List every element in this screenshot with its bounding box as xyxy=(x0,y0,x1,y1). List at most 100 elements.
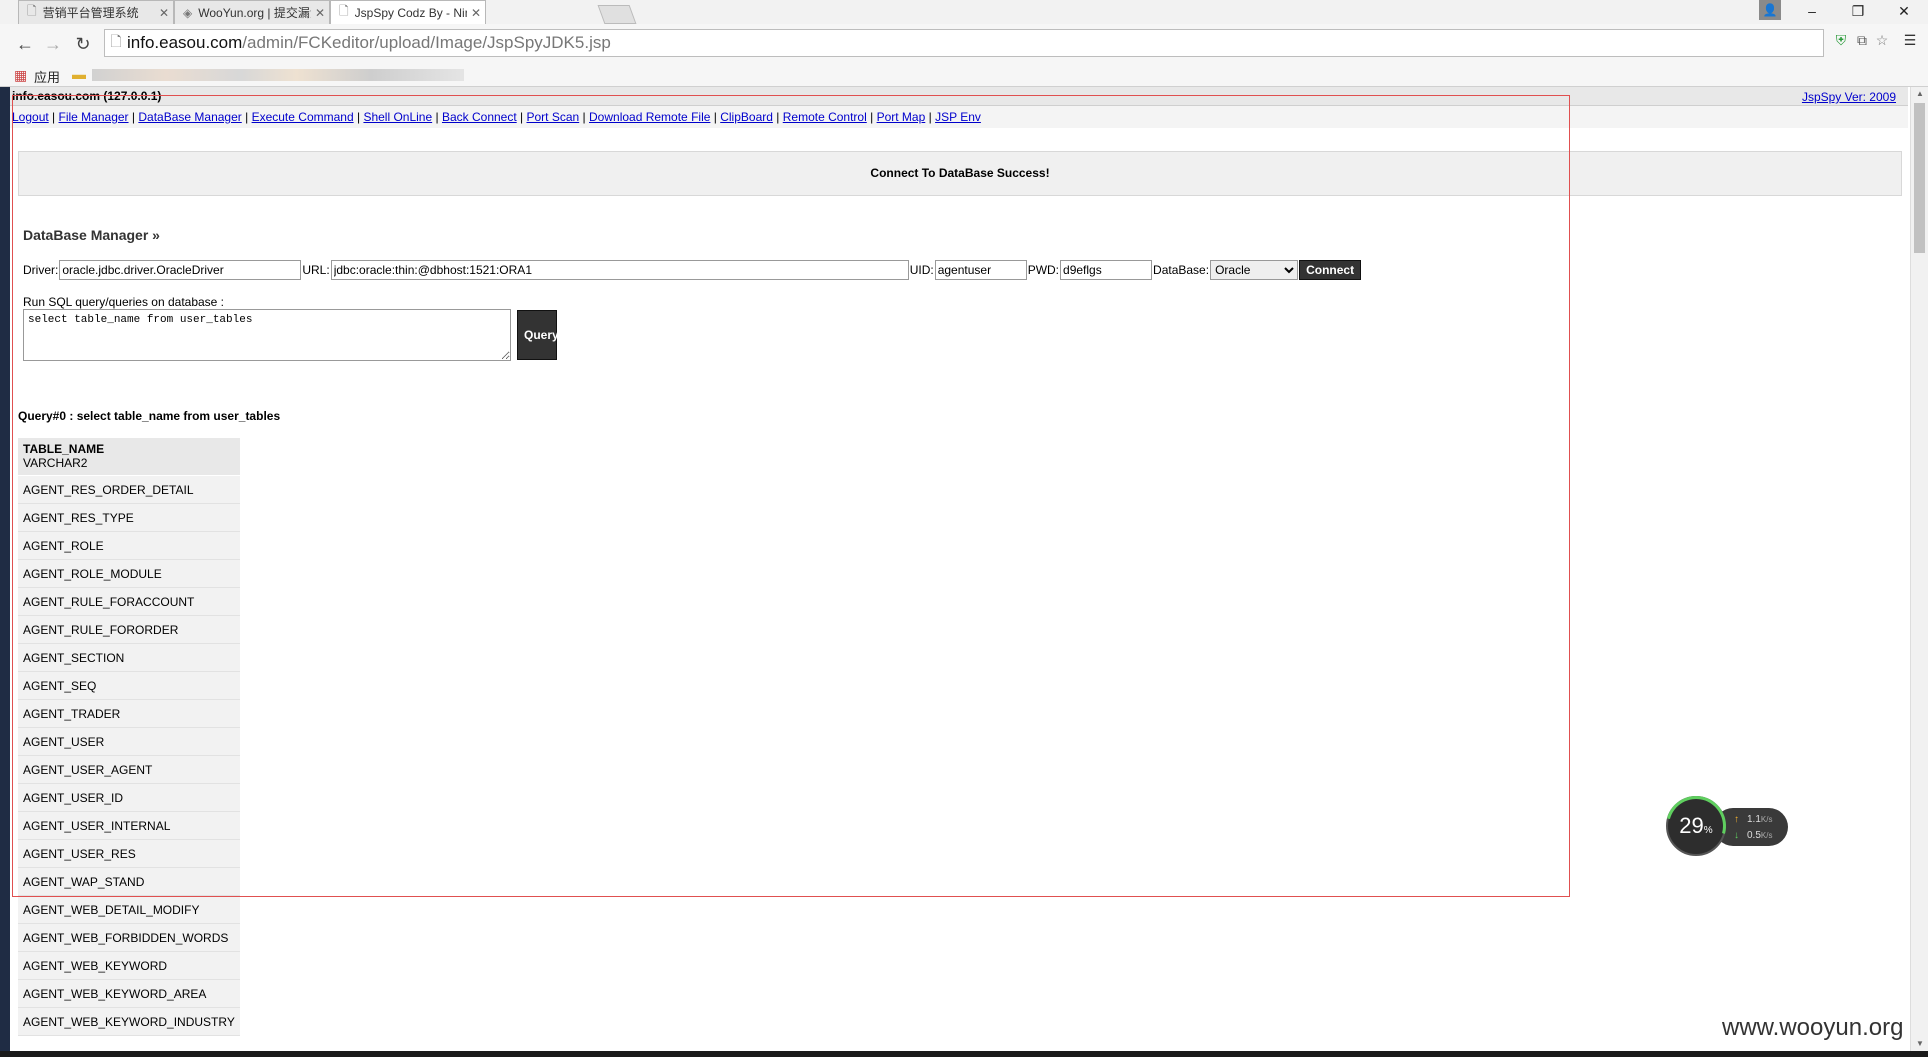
apps-grid-icon[interactable]: ▦ xyxy=(14,67,27,84)
restore-button[interactable]: ❐ xyxy=(1838,0,1878,22)
shield-extension-icon[interactable]: ⛨ xyxy=(1832,31,1850,49)
new-tab-button[interactable] xyxy=(597,5,637,24)
tab-strip: 🗋 营销平台管理系统 ✕ ◈ WooYun.org | 提交漏洞 ✕ 🗋 Jsp… xyxy=(0,0,1928,25)
menu-download-remote-file[interactable]: Download Remote File xyxy=(589,110,710,124)
menu-remote-control[interactable]: Remote Control xyxy=(783,110,867,124)
table-row: AGENT_RES_TYPE xyxy=(18,503,240,532)
table-cell: AGENT_ROLE xyxy=(18,531,240,560)
menu-separator: | xyxy=(870,110,874,124)
pwd-input[interactable] xyxy=(1060,260,1153,280)
tab-wooyun[interactable]: ◈ WooYun.org | 提交漏洞 ✕ xyxy=(174,0,330,24)
back-arrow-icon[interactable]: ← xyxy=(12,31,38,57)
url-input[interactable] xyxy=(330,260,909,280)
table-cell: AGENT_USER_INTERNAL xyxy=(18,811,240,840)
url-path: /admin/FCKeditor/upload/Image/JspSpyJDK5… xyxy=(242,33,611,52)
apps-label[interactable]: 应用 xyxy=(34,67,60,86)
close-icon[interactable]: ✕ xyxy=(155,6,173,20)
tab-marketing[interactable]: 🗋 营销平台管理系统 ✕ xyxy=(18,0,174,24)
pwd-label: PWD: xyxy=(1027,263,1060,277)
taskbar-edge xyxy=(0,1051,1928,1057)
query-button[interactable]: Query xyxy=(517,310,559,360)
menu-icon[interactable]: ☰ xyxy=(1901,31,1919,49)
result-table: TABLE_NAME VARCHAR2 AGENT_RES_ORDER_DETA… xyxy=(18,438,240,1036)
table-cell: AGENT_USER xyxy=(18,727,240,756)
table-row: AGENT_WAP_STAND xyxy=(18,867,240,896)
table-cell: AGENT_WEB_DETAIL_MODIFY xyxy=(18,895,240,924)
column-type: VARCHAR2 xyxy=(23,456,88,470)
table-row: AGENT_ROLE_MODULE xyxy=(18,559,240,588)
menu-separator: | xyxy=(435,110,439,124)
database-manager-heading: DataBase Manager » xyxy=(23,227,160,243)
close-icon[interactable]: ✕ xyxy=(311,6,329,20)
sql-query-textarea[interactable]: select table_name from user_tables xyxy=(23,309,511,361)
success-message: Connect To DataBase Success! xyxy=(18,151,1902,196)
menu-port-map[interactable]: Port Map xyxy=(877,110,926,124)
menu-separator: | xyxy=(776,110,780,124)
menu-back-connect[interactable]: Back Connect xyxy=(442,110,517,124)
header-bar: info.easou.com (127.0.0.1) JspSpy Ver: 2… xyxy=(10,87,1908,106)
sql-label: Run SQL query/queries on database : xyxy=(23,295,225,309)
close-icon[interactable]: ✕ xyxy=(467,6,485,20)
tab-jspspy[interactable]: 🗋 JspSpy Codz By - Ninty ✕ xyxy=(330,0,486,24)
table-row: AGENT_ROLE xyxy=(18,531,240,560)
page-content: info.easou.com (127.0.0.1) JspSpy Ver: 2… xyxy=(10,87,1908,1051)
table-cell: AGENT_RULE_FORACCOUNT xyxy=(18,587,240,616)
scroll-up-icon[interactable]: ▲ xyxy=(1911,87,1928,101)
table-row: AGENT_WEB_KEYWORD_INDUSTRY xyxy=(18,1007,240,1036)
minimize-button[interactable]: – xyxy=(1792,0,1832,22)
folder-icon[interactable]: ▬ xyxy=(72,66,86,82)
database-select[interactable]: Oracle xyxy=(1210,260,1299,280)
page-icon: 🗋 xyxy=(339,4,349,18)
reload-icon[interactable]: ↻ xyxy=(70,31,96,57)
close-window-button[interactable]: ✕ xyxy=(1884,0,1924,22)
menu-file-manager[interactable]: File Manager xyxy=(59,110,129,124)
column-name: TABLE_NAME xyxy=(23,442,105,456)
table-row: AGENT_USER_ID xyxy=(18,783,240,812)
menu-clipboard[interactable]: ClipBoard xyxy=(720,110,773,124)
driver-input[interactable] xyxy=(59,260,302,280)
download-row: ↓ 0.5K/s xyxy=(1734,830,1772,841)
download-speed: 0.5 xyxy=(1747,830,1761,841)
table-row: AGENT_TRADER xyxy=(18,699,240,728)
menu-shell-online[interactable]: Shell OnLine xyxy=(363,110,432,124)
connect-button[interactable]: Connect xyxy=(1299,260,1362,280)
menu-jsp-env[interactable]: JSP Env xyxy=(935,110,981,124)
menu-execute-command[interactable]: Execute Command xyxy=(252,110,354,124)
table-row: AGENT_RULE_FORACCOUNT xyxy=(18,587,240,616)
url-label: URL: xyxy=(302,263,330,277)
table-cell: AGENT_SECTION xyxy=(18,643,240,672)
browser-toolbar: ← → ↻ 🗋 info.easou.com/admin/FCKeditor/u… xyxy=(0,24,1928,64)
address-bar[interactable]: 🗋 info.easou.com/admin/FCKeditor/upload/… xyxy=(104,29,1824,57)
menu-separator: | xyxy=(582,110,586,124)
forward-arrow-icon[interactable]: → xyxy=(40,31,66,57)
table-row: AGENT_USER_RES xyxy=(18,839,240,868)
scroll-thumb[interactable] xyxy=(1914,103,1925,253)
menu-separator: | xyxy=(356,110,361,124)
table-row: AGENT_WEB_KEYWORD xyxy=(18,951,240,980)
page-icon: 🗋 xyxy=(27,4,37,18)
star-icon[interactable]: ☆ xyxy=(1873,31,1891,49)
table-cell: AGENT_TRADER xyxy=(18,699,240,728)
upload-arrow-icon: ↑ xyxy=(1734,814,1739,825)
menu-bar: Logout | File Manager | DataBase Manager… xyxy=(10,106,1908,128)
vertical-scrollbar[interactable]: ▲ ▼ xyxy=(1910,87,1928,1051)
watermark: www.wooyun.org xyxy=(1722,1014,1904,1041)
translate-icon[interactable]: ⧉ xyxy=(1853,31,1871,49)
uid-input[interactable] xyxy=(934,260,1027,280)
menu-database-manager[interactable]: DataBase Manager xyxy=(138,110,241,124)
tab-title: WooYun.org | 提交漏洞 xyxy=(198,6,311,20)
menu-logout[interactable]: Logout xyxy=(12,110,49,124)
query-result-title: Query#0 : select table_name from user_ta… xyxy=(18,409,281,423)
page-icon: 🗋 xyxy=(110,33,122,49)
profile-icon[interactable]: 👤 xyxy=(1759,0,1781,20)
uid-label: UID: xyxy=(909,263,934,277)
table-cell: AGENT_RULE_FORORDER xyxy=(18,615,240,644)
version-link[interactable]: JspSpy Ver: 2009 xyxy=(1802,90,1896,104)
menu-separator: | xyxy=(928,110,932,124)
network-speed-widget[interactable]: ↑ 1.1K/s ↓ 0.5K/s 29% xyxy=(1655,785,1788,867)
scroll-down-icon[interactable]: ▼ xyxy=(1911,1037,1928,1051)
menu-port-scan[interactable]: Port Scan xyxy=(527,110,580,124)
upload-speed: 1.1 xyxy=(1747,814,1761,825)
table-row: AGENT_RES_ORDER_DETAIL xyxy=(18,475,240,504)
table-row: AGENT_USER_INTERNAL xyxy=(18,811,240,840)
